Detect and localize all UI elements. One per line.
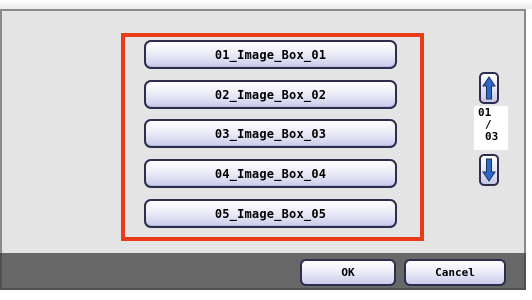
image-box-label-01: 01_Image_Box_01 <box>214 47 327 62</box>
scroll-up-button[interactable] <box>479 72 499 104</box>
image-box-button-01[interactable]: 01_Image_Box_01 <box>144 40 397 69</box>
image-box-selection-screen: 01_Image_Box_01 02_Image_Box_02 03_Image… <box>0 0 532 300</box>
image-box-label-02: 02_Image_Box_02 <box>214 87 327 102</box>
cancel-label: Cancel <box>435 266 475 279</box>
image-box-button-04[interactable]: 04_Image_Box_04 <box>144 159 397 188</box>
image-box-button-03[interactable]: 03_Image_Box_03 <box>144 119 397 148</box>
cancel-button[interactable]: Cancel <box>404 259 506 286</box>
image-box-button-05[interactable]: 05_Image_Box_05 <box>144 199 397 228</box>
arrow-down-icon <box>482 158 496 182</box>
total-pages: 03 <box>485 130 499 143</box>
image-box-label-05: 05_Image_Box_05 <box>214 206 327 221</box>
image-box-button-02[interactable]: 02_Image_Box_02 <box>144 80 397 109</box>
image-box-label-03: 03_Image_Box_03 <box>214 126 327 141</box>
top-strip <box>0 0 532 9</box>
page-indicator: 01 / 03 <box>474 106 508 150</box>
scroll-down-button[interactable] <box>479 154 499 186</box>
image-box-label-04: 04_Image_Box_04 <box>214 166 327 181</box>
arrow-up-icon <box>482 76 496 100</box>
ok-button[interactable]: OK <box>300 259 396 286</box>
ok-label: OK <box>341 266 355 279</box>
